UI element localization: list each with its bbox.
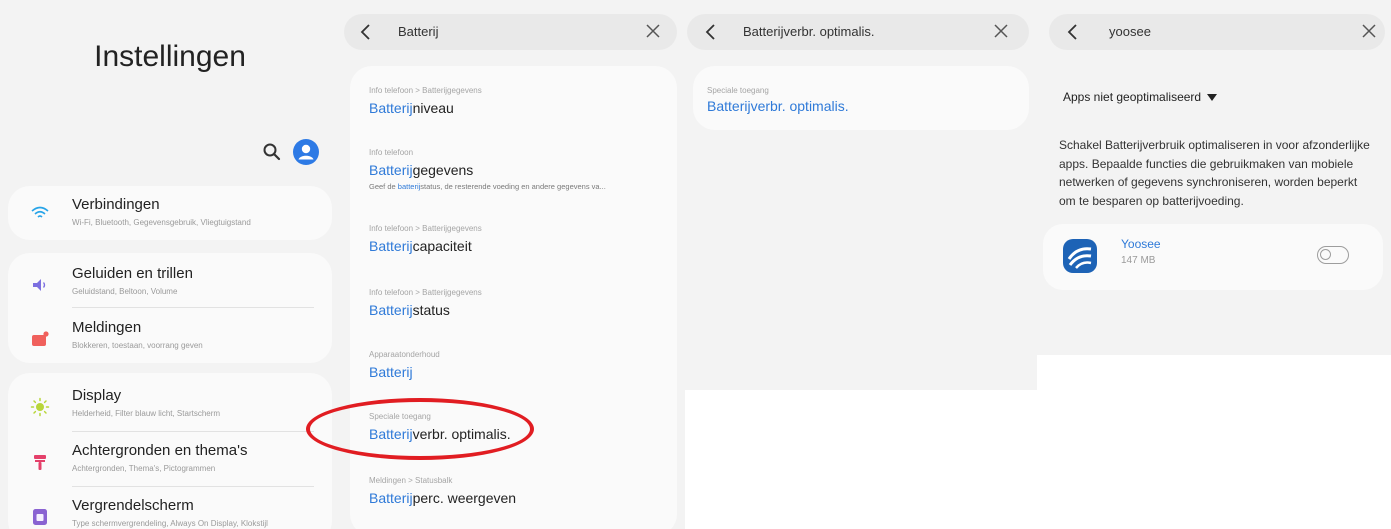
settings-item-subtitle: Geluidstand, Beltoon, Volume bbox=[72, 287, 178, 296]
result-title-highlight: Batterij bbox=[369, 162, 413, 178]
result-title-rest: capaciteit bbox=[412, 238, 472, 254]
search-result[interactable]: Speciale toegang Batterijverbr. optimali… bbox=[707, 86, 1019, 114]
result-category: Info telefoon bbox=[369, 148, 414, 157]
result-category: Meldingen > Statusbalk bbox=[369, 476, 453, 485]
settings-item-subtitle: Type schermvergrendeling, Always On Disp… bbox=[72, 519, 268, 528]
settings-item-subtitle: Wi-Fi, Bluetooth, Gegevensgebruik, Vlieg… bbox=[72, 218, 251, 227]
desc-highlight: batterij bbox=[397, 182, 421, 191]
result-title: Batterij bbox=[369, 364, 667, 380]
desc-suffix: status, de resterende voeding en andere … bbox=[420, 182, 606, 191]
result-title: Batterijstatus bbox=[369, 302, 667, 318]
app-name: Yoosee bbox=[1121, 237, 1161, 251]
search-results: Info telefoon > Batterijgegevens Batteri… bbox=[350, 66, 677, 529]
settings-item-title: Meldingen bbox=[72, 319, 142, 336]
result-category: Info telefoon > Batterijgegevens bbox=[369, 224, 482, 233]
result-title-rest: gegevens bbox=[412, 162, 474, 178]
app-filter-dropdown[interactable]: Apps niet geoptimaliseerd bbox=[1063, 90, 1218, 104]
settings-item-connections[interactable]: Verbindingen Wi-Fi, Bluetooth, Gegevensg… bbox=[8, 186, 332, 244]
search-query[interactable]: Batterijverbr. optimalis. bbox=[743, 24, 875, 39]
back-icon[interactable] bbox=[358, 22, 374, 42]
divider bbox=[72, 307, 314, 308]
brightness-icon bbox=[30, 397, 50, 417]
result-category: Info telefoon > Batterijgegevens bbox=[369, 288, 482, 297]
optimize-toggle[interactable] bbox=[1317, 246, 1349, 264]
search-icon[interactable] bbox=[262, 142, 282, 162]
search-result[interactable]: Apparaatonderhoud Batterij bbox=[369, 350, 667, 380]
result-title-highlight: Batterij bbox=[369, 490, 413, 506]
settings-card-display: Display Helderheid, Filter blauw licht, … bbox=[8, 373, 332, 529]
app-size: 147 MB bbox=[1121, 255, 1156, 266]
result-category: Info telefoon > Batterijgegevens bbox=[369, 86, 482, 95]
settings-card-sound: Geluiden en trillen Geluidstand, Beltoon… bbox=[8, 253, 332, 363]
settings-item-subtitle: Blokkeren, toestaan, voorrang geven bbox=[72, 341, 203, 350]
settings-panel: Instellingen Verbindingen Wi-Fi, Bluetoo… bbox=[0, 0, 340, 529]
settings-item-title: Display bbox=[72, 387, 122, 404]
result-title-highlight: Batterij bbox=[369, 238, 413, 254]
result-description: Geef de batterijstatus, de resterende vo… bbox=[369, 182, 667, 191]
yoosee-app-icon bbox=[1063, 239, 1097, 273]
result-title-rest: status bbox=[412, 302, 450, 318]
desc-prefix: Geef de bbox=[369, 182, 398, 191]
optimization-search-panel: Batterijverbr. optimalis. Speciale toega… bbox=[685, 0, 1037, 390]
result-title: Batterijperc. weergeven bbox=[369, 490, 667, 506]
result-title: Batterijcapaciteit bbox=[369, 238, 667, 254]
result-title-highlight: Batterijverbr. optimalis. bbox=[707, 98, 849, 114]
result-category: Apparaatonderhoud bbox=[369, 350, 440, 359]
settings-item-title: Verbindingen bbox=[72, 196, 160, 213]
search-result[interactable]: Info telefoon > Batterijgegevens Batteri… bbox=[369, 288, 667, 318]
settings-item-title: Geluiden en trillen bbox=[72, 265, 193, 282]
settings-item-sounds[interactable]: Geluiden en trillen Geluidstand, Beltoon… bbox=[8, 255, 332, 313]
settings-item-subtitle: Achtergronden, Thema's, Pictogrammen bbox=[72, 464, 216, 473]
settings-item-display[interactable]: Display Helderheid, Filter blauw licht, … bbox=[8, 377, 332, 435]
close-icon[interactable] bbox=[991, 21, 1011, 41]
search-query[interactable]: yoosee bbox=[1109, 24, 1151, 39]
result-title: Batterijniveau bbox=[369, 100, 667, 116]
back-icon[interactable] bbox=[1065, 22, 1081, 42]
search-query[interactable]: Batterij bbox=[398, 24, 438, 39]
profile-icon[interactable] bbox=[293, 139, 319, 165]
search-result[interactable]: Info telefoon Batterijgegevens Geef de b… bbox=[369, 148, 667, 191]
back-icon[interactable] bbox=[703, 22, 719, 42]
result-title-rest: niveau bbox=[412, 100, 454, 116]
app-list-item[interactable]: Yoosee 147 MB bbox=[1043, 224, 1383, 290]
app-optimization-panel: yoosee Apps niet geoptimaliseerd Schakel… bbox=[1037, 0, 1391, 355]
page-title: Instellingen bbox=[94, 40, 246, 73]
search-result[interactable]: Info telefoon > Batterijgegevens Batteri… bbox=[369, 86, 667, 116]
highlight-ring-annotation bbox=[306, 398, 534, 460]
result-category: Speciale toegang bbox=[707, 86, 769, 95]
optimization-info-text: Schakel Batterijverbruik optimaliseren i… bbox=[1059, 138, 1370, 208]
result-title: Batterijverbr. optimalis. bbox=[707, 98, 1019, 114]
settings-item-title: Achtergronden en thema's bbox=[72, 442, 248, 459]
result-title-highlight: Batterij bbox=[369, 302, 413, 318]
result-title-highlight: Batterij bbox=[369, 100, 413, 116]
settings-item-notifications[interactable]: Meldingen Blokkeren, toestaan, voorrang … bbox=[8, 309, 332, 367]
search-bar[interactable]: Batterijverbr. optimalis. bbox=[687, 14, 1029, 50]
lockscreen-icon bbox=[33, 509, 47, 525]
wifi-icon bbox=[31, 206, 49, 218]
settings-item-subtitle: Helderheid, Filter blauw licht, Startsch… bbox=[72, 409, 221, 418]
speaker-icon bbox=[33, 279, 46, 291]
app-filter-label: Apps niet geoptimaliseerd bbox=[1063, 90, 1202, 104]
close-icon[interactable] bbox=[643, 21, 663, 41]
search-results: Speciale toegang Batterijverbr. optimali… bbox=[693, 66, 1029, 130]
settings-card-connections: Verbindingen Wi-Fi, Bluetooth, Gegevensg… bbox=[8, 186, 332, 240]
dropdown-arrow-icon bbox=[1207, 94, 1218, 102]
result-title-rest: perc. weergeven bbox=[412, 490, 517, 506]
close-icon[interactable] bbox=[1359, 21, 1379, 41]
toggle-knob bbox=[1320, 249, 1331, 260]
search-result[interactable]: Info telefoon > Batterijgegevens Batteri… bbox=[369, 224, 667, 254]
paintbrush-icon bbox=[34, 455, 46, 470]
result-title-highlight: Batterij bbox=[369, 364, 413, 380]
settings-item-title: Vergrendelscherm bbox=[72, 497, 194, 514]
settings-item-lockscreen[interactable]: Vergrendelscherm Type schermvergrendelin… bbox=[8, 487, 332, 529]
search-bar[interactable]: Batterij bbox=[344, 14, 677, 50]
settings-item-wallpapers[interactable]: Achtergronden en thema's Achtergronden, … bbox=[8, 432, 332, 490]
result-title: Batterijgegevens bbox=[369, 162, 667, 178]
search-bar[interactable]: yoosee bbox=[1049, 14, 1385, 50]
search-result[interactable]: Meldingen > Statusbalk Batterijperc. wee… bbox=[369, 476, 667, 506]
notifications-icon bbox=[32, 331, 49, 346]
